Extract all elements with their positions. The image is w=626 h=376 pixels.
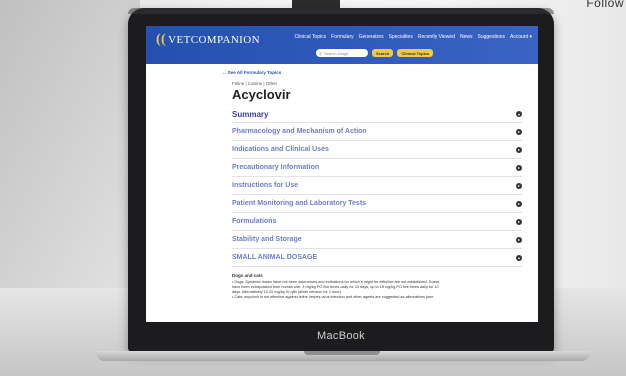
logo-mark-icon: (( <box>156 32 167 47</box>
nav-link-specialties[interactable]: Specialties <box>389 34 413 40</box>
chevron-right-icon: ▸ <box>516 164 522 171</box>
search-icon: ⚲ <box>319 50 322 56</box>
wall-shade <box>0 0 140 290</box>
dosage-body: Dogs and cats • Dogs: Systemic doses hav… <box>232 273 522 300</box>
nav-link-news[interactable]: News <box>460 34 473 40</box>
chevron-right-icon: ▸ <box>516 128 522 135</box>
corner-text: Follow <box>586 0 624 10</box>
section-label: Indications and Clinical Uses <box>232 146 329 153</box>
back-link[interactable]: ← See All Formulary Topics <box>222 70 522 75</box>
chevron-right-icon: ▸ <box>516 200 522 207</box>
section-summary[interactable]: Summary ▾ <box>232 106 522 123</box>
nav-link-generators[interactable]: Generators <box>359 34 384 40</box>
chevron-right-icon: ▸ <box>516 146 522 153</box>
section-label: Pharmacology and Mechanism of Action <box>232 128 367 135</box>
laptop-base-notch <box>304 351 380 355</box>
chevron-right-icon: ▸ <box>516 218 522 225</box>
chevron-down-icon: ▾ <box>516 111 522 117</box>
nav-link-formulary[interactable]: Formulary <box>331 34 354 40</box>
nav-link-suggestions[interactable]: Suggestions <box>478 34 506 40</box>
logo-text: VETCOMPANION <box>168 34 260 46</box>
nav-link-account[interactable]: Account ▾ <box>510 34 532 40</box>
clinical-topics-button[interactable]: Clinical Topics <box>397 49 434 57</box>
dosage-heading: Dogs and cats <box>232 273 263 278</box>
section-stability[interactable]: Stability and Storage ▸ <box>232 231 522 249</box>
dosage-line: • Cats: acyclovir is not effective again… <box>232 295 434 299</box>
section-formulations[interactable]: Formulations ▸ <box>232 213 522 231</box>
site-logo[interactable]: (( VETCOMPANION <box>156 32 260 48</box>
section-label: Stability and Storage <box>232 236 302 243</box>
section-monitoring[interactable]: Patient Monitoring and Laboratory Tests … <box>232 195 522 213</box>
section-label: Formulations <box>232 218 277 225</box>
search-button[interactable]: Search <box>372 49 394 57</box>
section-indications[interactable]: Indications and Clinical Uses ▸ <box>232 141 522 159</box>
top-center-strip <box>292 0 340 8</box>
section-label: Instructions for Use <box>232 182 299 189</box>
nav-links: Clinical Topics Formulary Generators Spe… <box>295 34 532 40</box>
device-brand: MacBook <box>317 330 365 342</box>
section-pharmacology[interactable]: Pharmacology and Mechanism of Action ▸ <box>232 123 522 141</box>
section-small-animal-dosage[interactable]: SMALL ANIMAL DOSAGE ▴ <box>232 249 522 267</box>
section-label: Summary <box>232 109 269 119</box>
main-content: ← See All Formulary Topics Feline | Cani… <box>222 70 522 300</box>
search-input[interactable]: ⚲ Search Drugs <box>316 49 368 57</box>
nav-link-clinical-topics[interactable]: Clinical Topics <box>295 34 327 40</box>
navbar: (( VETCOMPANION Clinical Topics Formular… <box>146 26 538 64</box>
chevron-up-icon: ▴ <box>516 254 522 261</box>
search-row: ⚲ Search Drugs Search Clinical Topics <box>316 49 434 57</box>
laptop-screen: (( VETCOMPANION Clinical Topics Formular… <box>146 26 538 322</box>
chevron-right-icon: ▸ <box>516 236 522 243</box>
section-label: SMALL ANIMAL DOSAGE <box>232 254 318 261</box>
nav-link-recently-viewed[interactable]: Recently Viewed <box>418 34 455 40</box>
page-title: Acyclovir <box>232 87 291 102</box>
section-instructions[interactable]: Instructions for Use ▸ <box>232 177 522 195</box>
section-label: Precautionary Information <box>232 164 320 171</box>
search-placeholder: Search Drugs <box>323 50 349 56</box>
section-label: Patient Monitoring and Laboratory Tests <box>232 200 367 207</box>
chevron-right-icon: ▸ <box>516 182 522 189</box>
section-precautionary[interactable]: Precautionary Information ▸ <box>232 159 522 177</box>
species-tags: Feline | Canine | Other <box>232 81 278 86</box>
